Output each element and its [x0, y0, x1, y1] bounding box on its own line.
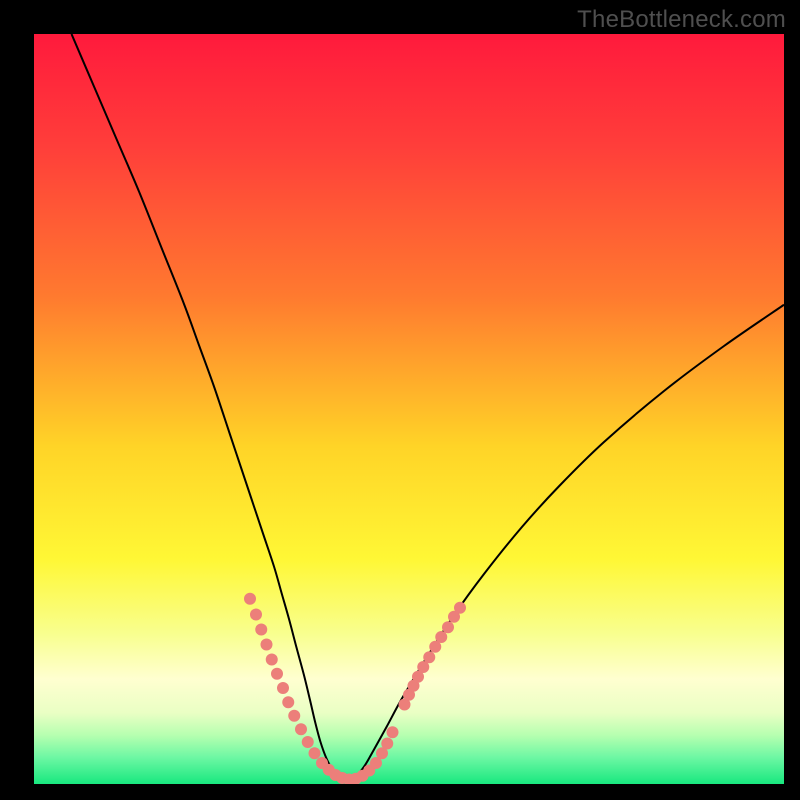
overlay-point — [266, 654, 278, 666]
frame: TheBottleneck.com — [0, 0, 800, 800]
overlay-point — [244, 593, 256, 605]
overlay-point — [295, 723, 307, 735]
overlay-point — [454, 602, 466, 614]
chart-plot — [34, 34, 784, 784]
overlay-point — [435, 631, 447, 643]
overlay-point — [442, 621, 454, 633]
overlay-point — [423, 651, 435, 663]
overlay-point — [381, 738, 393, 750]
gradient-background — [34, 34, 784, 784]
chart-svg — [34, 34, 784, 784]
overlay-point — [250, 609, 262, 621]
overlay-point — [261, 639, 273, 651]
watermark-text: TheBottleneck.com — [577, 6, 786, 34]
overlay-point — [309, 747, 321, 759]
overlay-point — [387, 726, 399, 738]
overlay-point — [302, 736, 314, 748]
overlay-point — [255, 624, 267, 636]
overlay-point — [282, 696, 294, 708]
overlay-point — [288, 710, 300, 722]
overlay-point — [277, 682, 289, 694]
overlay-point — [271, 668, 283, 680]
